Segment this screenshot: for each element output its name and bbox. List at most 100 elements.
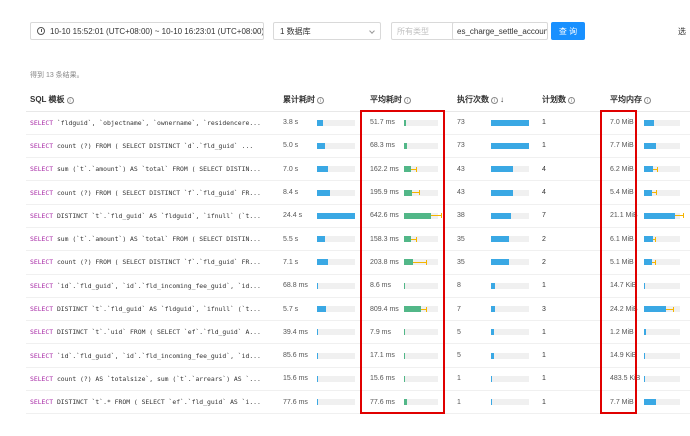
sql-template-cell[interactable]: SELECT count (?) FROM ( SELECT DISTINCT … [26, 180, 279, 205]
sql-template-cell[interactable]: SELECT `id`.`fld_guid`, `id`.`fld_incomi… [26, 343, 279, 368]
time-range-value: 10-10 15:52:01 (UTC+08:00) ~ 10-10 16:23… [50, 26, 264, 36]
bar-fill [644, 142, 656, 149]
bar-fill [644, 329, 646, 336]
bar-track [317, 236, 355, 243]
col-exec-count[interactable]: 执行次数 i ↓ [453, 89, 538, 112]
total-latency-cell: 39.4 ms [279, 320, 366, 345]
sql-template-cell[interactable]: SELECT DISTINCT `t`.`fld_guid` AS `fldgu… [26, 297, 279, 322]
bar-track [491, 236, 529, 243]
col-avg-latency[interactable]: 平均耗时 i [366, 89, 453, 112]
exec-count-cell: 5 [453, 320, 538, 345]
bar-track [491, 352, 529, 359]
table-row[interactable]: SELECT DISTINCT `t`.* FROM ( SELECT `ef`… [26, 390, 690, 415]
sort-down-arrow-icon: ↓ [500, 95, 504, 105]
bar-track [491, 282, 529, 289]
exec-count-cell: 7 [453, 297, 538, 322]
bar-fill [644, 212, 676, 219]
bar-fill [317, 119, 323, 126]
total-latency-cell: 5.5 s [279, 227, 366, 252]
bar-track [644, 259, 680, 266]
total-latency-cell: 68.8 ms [279, 274, 366, 298]
plan-count-cell: 1 [538, 111, 606, 135]
bar-fill [317, 306, 326, 313]
table-row[interactable]: SELECT `id`.`fld_guid`, `id`.`fld_incomi… [26, 343, 690, 368]
bar-fill [491, 282, 496, 289]
sql-template-cell[interactable]: SELECT count (?) FROM ( SELECT DISTINCT … [26, 250, 279, 275]
exec-count-cell: 43 [453, 157, 538, 182]
database-select-value: 1 数据库 [280, 26, 311, 36]
col-total-latency[interactable]: 累计耗时 i [279, 89, 366, 112]
sql-template-cell[interactable]: SELECT count (?) FROM ( SELECT DISTINCT … [26, 134, 279, 159]
total-latency-cell: 5.0 s [279, 134, 366, 159]
sql-template-cell[interactable]: SELECT `id`.`fld_guid`, `id`.`fld_incomi… [26, 274, 279, 298]
total-latency-cell: 7.0 s [279, 157, 366, 182]
type-select-placeholder: 所有类型 [397, 26, 429, 36]
total-latency-cell: 85.6 ms [279, 343, 366, 368]
time-range-picker[interactable]: 10-10 15:52:01 (UTC+08:00) ~ 10-10 16:23… [30, 22, 264, 40]
sql-template-cell[interactable]: SELECT DISTINCT `t`.`uid` FROM ( SELECT … [26, 320, 279, 345]
bar-track [644, 329, 680, 336]
table-row[interactable]: SELECT count (?) FROM ( SELECT DISTINCT … [26, 134, 690, 159]
bar-track [644, 212, 684, 219]
bar-fill [644, 189, 652, 196]
total-latency-cell: 3.8 s [279, 111, 366, 135]
bar-fill [491, 352, 494, 359]
table-row[interactable]: SELECT DISTINCT `t`.`uid` FROM ( SELECT … [26, 320, 690, 345]
info-icon: i [491, 96, 498, 104]
highlight-avg-memory [600, 110, 637, 414]
error-bar [651, 259, 656, 265]
sql-template-cell[interactable]: SELECT `fldguid`, `objectname`, `ownerna… [26, 111, 279, 135]
col-plan-count[interactable]: 计划数 i [538, 89, 606, 112]
col-avg-memory[interactable]: 平均内存 i [606, 89, 690, 112]
exec-count-cell: 1 [453, 390, 538, 415]
table-row[interactable]: SELECT `id`.`fld_guid`, `id`.`fld_incomi… [26, 274, 690, 298]
table-row[interactable]: SELECT sum (`t`.`amount`) AS `total` FRO… [26, 157, 690, 182]
clock-icon [37, 27, 45, 35]
bar-fill [317, 399, 318, 406]
bar-fill [491, 329, 494, 336]
bar-fill [644, 352, 645, 359]
bar-track [317, 212, 355, 219]
table-row[interactable]: SELECT DISTINCT `t`.`fld_guid` AS `fldgu… [26, 204, 690, 228]
sql-template-cell[interactable]: SELECT sum (`t`.`amount`) AS `total` FRO… [26, 227, 279, 252]
table-row[interactable]: SELECT DISTINCT `t`.`fld_guid` AS `fldgu… [26, 297, 690, 322]
plan-count-cell: 4 [538, 180, 606, 205]
table-row[interactable]: SELECT count (?) AS `totalsize`, sum (`t… [26, 367, 690, 392]
table-row[interactable]: SELECT `fldguid`, `objectname`, `ownerna… [26, 111, 690, 135]
bar-fill [317, 282, 318, 289]
table-row[interactable]: SELECT count (?) FROM ( SELECT DISTINCT … [26, 250, 690, 275]
plan-count-cell: 2 [538, 227, 606, 252]
error-bar [651, 190, 657, 196]
sql-template-cell[interactable]: SELECT DISTINCT `t`.`fld_guid` AS `fldgu… [26, 204, 279, 228]
bar-fill [491, 189, 514, 196]
bar-track [491, 189, 529, 196]
exec-count-cell: 35 [453, 227, 538, 252]
plan-count-cell: 1 [538, 343, 606, 368]
bar-fill [317, 236, 326, 243]
bar-fill [317, 259, 329, 266]
table-row[interactable]: SELECT count (?) FROM ( SELECT DISTINCT … [26, 180, 690, 205]
toolbar-right-option[interactable]: 选 [678, 26, 686, 37]
exec-count-cell: 73 [453, 134, 538, 159]
query-button[interactable]: 查 询 [551, 22, 585, 40]
bar-fill [317, 166, 329, 173]
bar-track [644, 282, 680, 289]
sql-template-cell[interactable]: SELECT DISTINCT `t`.* FROM ( SELECT `ef`… [26, 390, 279, 415]
total-latency-cell: 24.4 s [279, 204, 366, 228]
plan-count-cell: 4 [538, 157, 606, 182]
error-bar [653, 166, 658, 172]
bar-track [644, 119, 680, 126]
sql-template-cell[interactable]: SELECT count (?) AS `totalsize`, sum (`t… [26, 367, 279, 392]
highlight-avg-latency [360, 110, 445, 414]
exec-count-cell: 38 [453, 204, 538, 228]
bar-fill [644, 236, 653, 243]
exec-count-cell: 35 [453, 250, 538, 275]
search-input[interactable]: es_charge_settle_accountr [452, 22, 548, 40]
bar-fill [491, 166, 514, 173]
database-select[interactable]: 1 数据库 [273, 22, 381, 40]
bar-track [317, 259, 355, 266]
table-row[interactable]: SELECT sum (`t`.`amount`) AS `total` FRO… [26, 227, 690, 252]
sql-template-cell[interactable]: SELECT sum (`t`.`amount`) AS `total` FRO… [26, 157, 279, 182]
col-sql-template[interactable]: SQL 模板 i [26, 89, 279, 112]
bar-fill [491, 119, 529, 126]
